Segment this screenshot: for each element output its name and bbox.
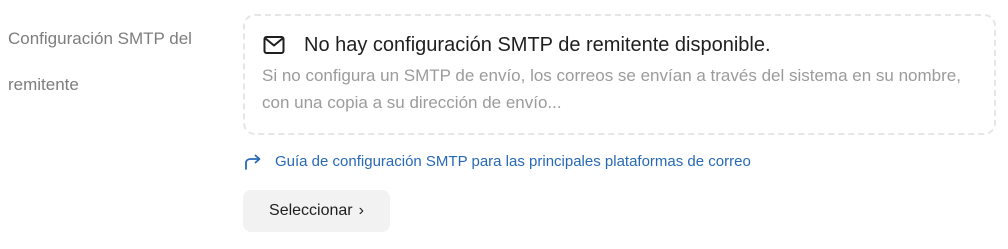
select-button-label: Seleccionar [269,202,353,219]
smtp-guide-label: Guía de configuración SMTP para las prin… [275,153,751,170]
notice-description: Si no configura un SMTP de envío, los co… [262,66,961,112]
chevron-right-icon: › [358,202,364,219]
select-button[interactable]: Seleccionar › [243,190,390,232]
smtp-guide-link[interactable]: Guía de configuración SMTP para las prin… [243,150,751,174]
notice-title-row: No hay configuración SMTP de remitente d… [262,31,976,59]
share-arrow-icon [243,152,263,172]
field-label: Configuración SMTP del remitente [8,29,192,94]
mail-icon [262,33,286,57]
smtp-empty-notice: No hay configuración SMTP de remitente d… [243,14,996,135]
smtp-sender-settings-row: Configuración SMTP del remitente No hay … [0,0,1008,249]
notice-title: No hay configuración SMTP de remitente d… [304,34,771,56]
